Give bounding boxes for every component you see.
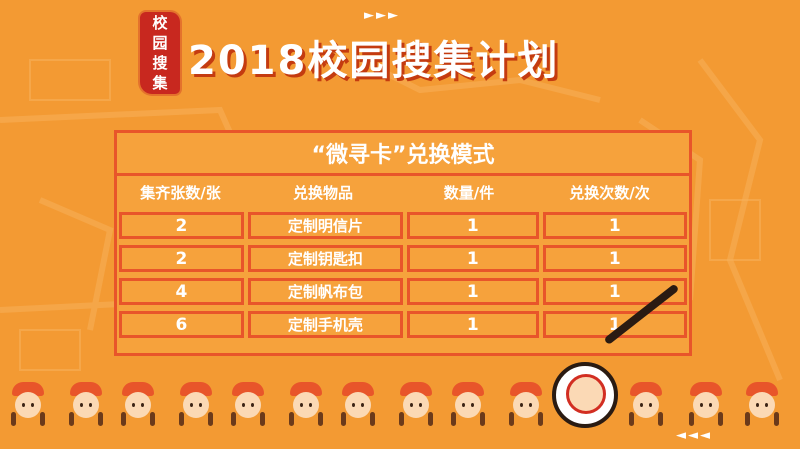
girl-character-icon [66,382,106,426]
girl-character-icon [286,382,326,426]
table-row: 2 定制明信片 1 1 [117,209,689,242]
cell-times: 1 [542,245,688,272]
cell-item: 定制钥匙扣 [247,245,403,272]
cell-item: 定制帆布包 [247,278,403,305]
girl-character-icon [506,382,546,426]
cell-count: 6 [119,311,244,338]
table-row: 6 定制手机壳 1 1 [117,308,689,341]
exchange-table: “微寻卡”兑换模式 集齐张数/张 兑换物品 数量/件 兑换次数/次 2 定制明信… [114,130,692,356]
header-cell-count: 集齐张数/张 [140,184,221,202]
header-cell-item: 兑换物品 [292,184,353,202]
table-header-row: 集齐张数/张 兑换物品 数量/件 兑换次数/次 [117,176,689,209]
cell-item: 定制手机壳 [247,311,403,338]
girl-character-icon [338,382,378,426]
cell-quantity: 1 [406,278,539,305]
stamp-char: 搜 [152,54,168,72]
cell-count: 2 [119,212,244,239]
cell-quantity: 1 [406,311,539,338]
girl-character-icon [118,382,158,426]
girl-character-icon [742,382,782,426]
seal-stamp: 校 园 搜 集 [140,12,180,94]
girl-character-icon [686,382,726,426]
cell-count: 4 [119,278,244,305]
girl-character-icon [448,382,488,426]
girl-character-icon [566,374,606,414]
header-cell-quantity: 数量/件 [443,184,495,202]
girl-character-icon [8,382,48,426]
stamp-char: 园 [152,34,168,52]
character-row [0,374,800,434]
girl-character-icon [228,382,268,426]
girl-character-icon [176,382,216,426]
stamp-char: 集 [152,74,168,92]
stamp-char: 校 [152,14,168,32]
cell-times: 1 [542,212,688,239]
cell-quantity: 1 [406,245,539,272]
decorative-arrows-bottom: ◄◄◄ [676,428,712,443]
cell-count: 2 [119,245,244,272]
cell-item: 定制明信片 [247,212,403,239]
header-cell-times: 兑换次数/次 [569,184,650,202]
table-row: 2 定制钥匙扣 1 1 [117,242,689,275]
girl-character-icon [396,382,436,426]
girl-character-icon [626,382,666,426]
page-title: 2018校园搜集计划 [188,38,560,84]
table-title: “微寻卡”兑换模式 [117,133,689,176]
table-row: 4 定制帆布包 1 1 [117,275,689,308]
slide-page: ►►► 校 园 搜 集 2018校园搜集计划 “微寻卡”兑换模式 集齐张数/张 … [0,0,800,449]
magnifier-icon [552,362,618,428]
decorative-arrows-top: ►►► [364,8,400,23]
cell-quantity: 1 [406,212,539,239]
